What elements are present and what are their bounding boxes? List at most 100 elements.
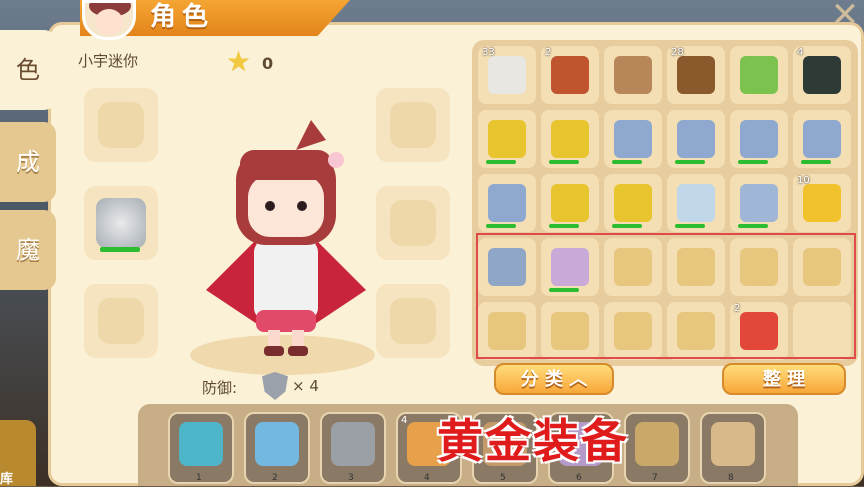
inventory-slot[interactable]: [478, 174, 536, 232]
iron-pickaxe-icon: [488, 184, 526, 222]
hotbar-slot-number: 7: [652, 473, 658, 483]
iron-pickaxe-icon: [740, 120, 778, 158]
gold-axe-icon: [551, 120, 589, 158]
wooden-post-icon: [614, 56, 652, 94]
warehouse-label: 库: [0, 472, 14, 487]
gloves-slot[interactable]: [376, 88, 450, 162]
boots-placeholder-icon: [390, 298, 436, 344]
leggings-placeholder-icon: [98, 298, 144, 344]
inventory-slot[interactable]: [793, 110, 851, 168]
white-block-icon: [488, 56, 526, 94]
defense-label: 防御:: [202, 379, 238, 397]
hotbar-slot[interactable]: 2: [244, 412, 310, 484]
item-count: 33: [482, 47, 495, 58]
inventory-slot[interactable]: [541, 174, 599, 232]
drill-icon: [677, 184, 715, 222]
hotbar-slot[interactable]: 1: [168, 412, 234, 484]
sort-category-button[interactable]: 分 类 ︿: [494, 363, 614, 395]
close-icon[interactable]: ✕: [830, 0, 860, 32]
inventory-slot[interactable]: [667, 174, 725, 232]
player-name: 小宇迷你: [78, 52, 139, 70]
inventory-slot[interactable]: [604, 110, 662, 168]
iron-pickaxe-icon: [803, 120, 841, 158]
hotbar-slot-number: 6: [576, 473, 582, 483]
defense-value: × 4: [292, 377, 319, 395]
iron-pickaxe-icon: [677, 120, 715, 158]
inventory-slot[interactable]: [730, 110, 788, 168]
gloves-placeholder-icon: [390, 102, 436, 148]
character-model: [206, 120, 366, 356]
cape-slot[interactable]: [376, 186, 450, 260]
durability-bar: [738, 160, 768, 164]
item-count: 2: [545, 47, 552, 58]
star-count: 0: [262, 54, 274, 73]
durability-bar: [801, 160, 831, 164]
gold-equipment-highlight: [476, 233, 856, 359]
water-bucket-icon: [255, 422, 299, 466]
gold-pickaxe-icon: [551, 184, 589, 222]
inventory-slot[interactable]: 4: [793, 46, 851, 104]
hotbar-slot-number: 3: [348, 473, 354, 483]
chainmail-chestplate-icon: [96, 198, 146, 248]
crystal-sword-icon: [179, 422, 223, 466]
inventory-slot[interactable]: [667, 110, 725, 168]
inventory-slot[interactable]: [604, 174, 662, 232]
gold-pickaxe-icon: [614, 184, 652, 222]
durability-bar: [486, 224, 516, 228]
inventory-slot[interactable]: [541, 110, 599, 168]
gold-armor-icon: [711, 422, 755, 466]
furnace-icon: [331, 422, 375, 466]
inventory-slot[interactable]: 28: [667, 46, 725, 104]
tab-magic[interactable]: 魔: [0, 210, 56, 290]
inventory-slot[interactable]: 10: [793, 174, 851, 232]
gold-axe-icon: [488, 120, 526, 158]
durability-bar: [549, 160, 579, 164]
boots-slot[interactable]: [376, 284, 450, 358]
durability-bar: [100, 247, 140, 252]
hotbar-slot[interactable]: 7: [624, 412, 690, 484]
durability-bar: [549, 224, 579, 228]
hotbar-slot-number: 8: [728, 473, 734, 483]
durability-bar: [675, 224, 705, 228]
durability-bar: [612, 224, 642, 228]
inventory-slot[interactable]: [478, 110, 536, 168]
item-count: 28: [671, 47, 684, 58]
hotbar-slot-number: 1: [196, 473, 202, 483]
cape-placeholder-icon: [390, 200, 436, 246]
caption-overlay: 黄金装备: [437, 414, 629, 468]
chest-slot[interactable]: [84, 186, 158, 260]
durability-bar: [675, 160, 705, 164]
item-count: 10: [797, 175, 810, 186]
gold-ingot-icon: [803, 184, 841, 222]
inventory-slot[interactable]: 2: [541, 46, 599, 104]
iron-pickaxe-icon: [614, 120, 652, 158]
hotbar-slot-number: 5: [500, 473, 506, 483]
durability-bar: [738, 224, 768, 228]
inventory-slot[interactable]: 33: [478, 46, 536, 104]
hotbar-slot[interactable]: 3: [320, 412, 386, 484]
helmet-placeholder-icon: [98, 102, 144, 148]
bed-icon: [740, 56, 778, 94]
durability-bar: [486, 160, 516, 164]
inventory-slot[interactable]: [730, 174, 788, 232]
item-count: 4: [401, 415, 408, 426]
hotbar-slot-number: 4: [424, 473, 430, 483]
dark-block-icon: [803, 56, 841, 94]
hotbar-slot[interactable]: 8: [700, 412, 766, 484]
page-title: 角色: [150, 2, 215, 32]
tab-achievement[interactable]: 成: [0, 122, 56, 202]
inventory-slot[interactable]: [604, 46, 662, 104]
arrange-button[interactable]: 整 理: [722, 363, 846, 395]
item-slot-7-icon: [635, 422, 679, 466]
hotbar-slot-number: 2: [272, 473, 278, 483]
torch-icon: [677, 56, 715, 94]
durability-bar: [612, 160, 642, 164]
leggings-slot[interactable]: [84, 284, 158, 358]
star-icon: ★: [226, 45, 252, 78]
brick-block-icon: [551, 56, 589, 94]
helmet-slot[interactable]: [84, 88, 158, 162]
tab-character[interactable]: 色: [0, 30, 56, 110]
shovel-icon: [740, 184, 778, 222]
inventory-slot[interactable]: [730, 46, 788, 104]
item-count: 4: [797, 47, 804, 58]
